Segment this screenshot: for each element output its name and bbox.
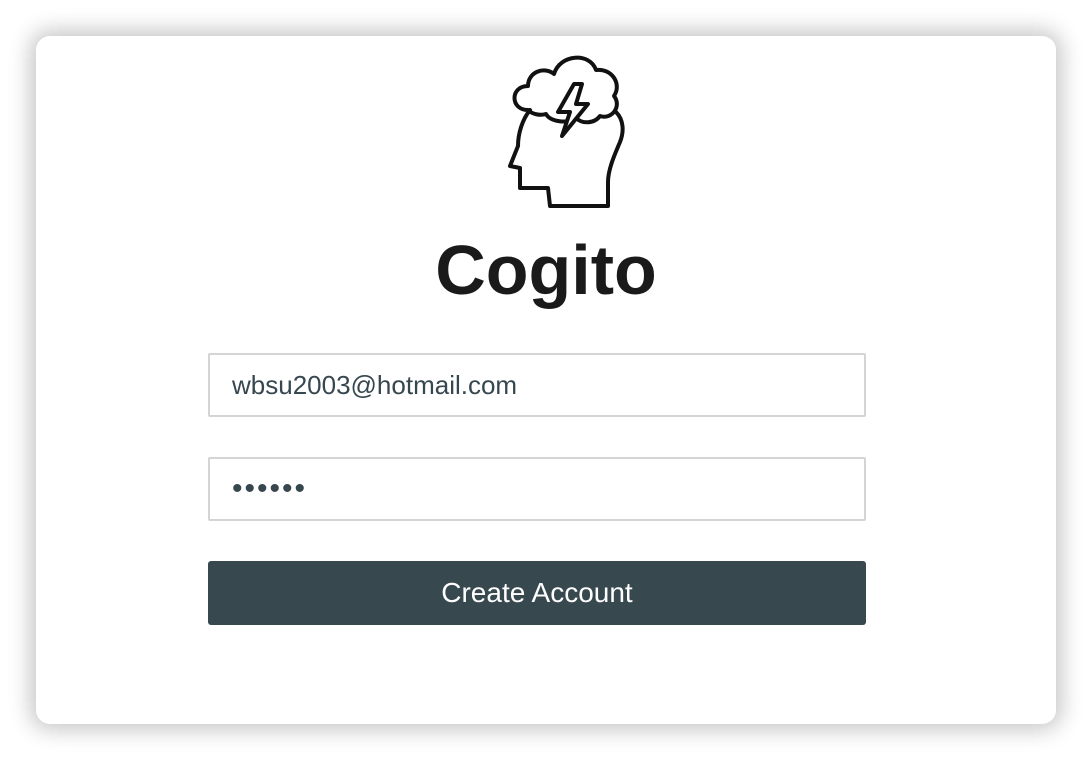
create-account-button[interactable]: Create Account [208, 561, 866, 625]
app-title: Cogito [435, 231, 657, 309]
password-input[interactable] [208, 457, 866, 521]
signup-card: Cogito Create Account [36, 36, 1056, 724]
email-input[interactable] [208, 353, 866, 417]
head-with-storm-cloud-icon [466, 38, 626, 214]
